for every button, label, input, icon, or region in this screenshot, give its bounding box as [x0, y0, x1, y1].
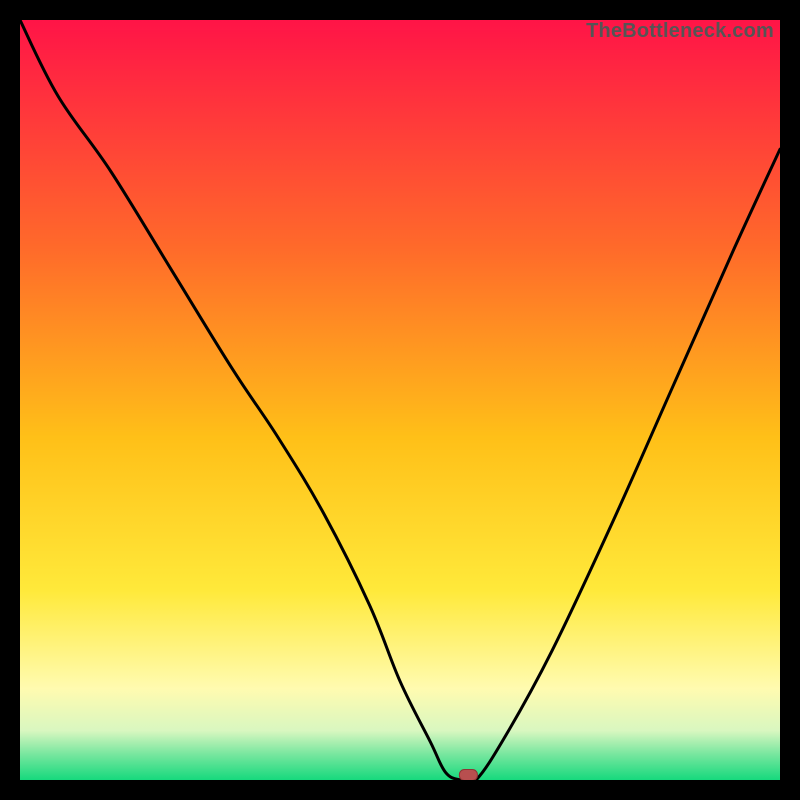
optimal-point-marker	[459, 770, 477, 781]
plot-area: TheBottleneck.com	[20, 20, 780, 780]
chart-frame: TheBottleneck.com	[0, 0, 800, 800]
watermark-text: TheBottleneck.com	[586, 20, 774, 43]
plot-svg	[20, 20, 780, 780]
bottleneck-curve	[20, 20, 780, 780]
